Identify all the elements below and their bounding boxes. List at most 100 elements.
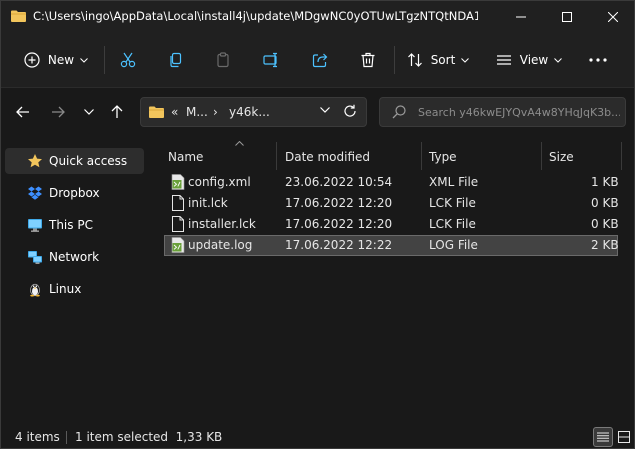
column-header-name[interactable]: Name [168, 141, 276, 173]
up-button[interactable] [105, 100, 129, 124]
network-icon [28, 251, 42, 264]
arrow-up-icon [111, 105, 123, 118]
file-name: installer.lck [188, 217, 256, 231]
sidebar-item-label: Linux [49, 282, 82, 296]
search-box[interactable] [379, 97, 626, 127]
share-button[interactable] [306, 44, 334, 76]
column-header-date[interactable]: Date modified [285, 141, 422, 173]
file-type: XML File [429, 175, 479, 189]
rename-icon [263, 52, 277, 68]
star-icon [28, 154, 42, 168]
chevron-down-icon [461, 57, 470, 63]
file-type: LOG File [429, 238, 478, 252]
file-list: Name Date modified Type Size config.xml … [151, 136, 634, 426]
sort-button[interactable]: Sort [405, 44, 471, 76]
refresh-icon[interactable] [343, 104, 357, 118]
copy-button[interactable] [162, 44, 190, 76]
status-divider [66, 431, 67, 444]
log-file-icon [171, 237, 185, 253]
minimize-icon [516, 16, 526, 17]
file-date: 17.06.2022 12:20 [285, 196, 393, 210]
more-options-button[interactable] [584, 44, 612, 76]
dropbox-icon [28, 186, 42, 200]
paste-button[interactable] [209, 44, 237, 76]
clipboard-icon [217, 52, 229, 68]
chevron-down-icon[interactable] [320, 107, 330, 113]
status-bar: 4 items 1 item selected 1,33 KB [1, 426, 634, 448]
scissors-icon [120, 52, 136, 68]
address-separator[interactable]: › [213, 105, 218, 119]
sidebar-item-network[interactable]: Network [5, 244, 144, 270]
delete-button[interactable] [354, 44, 382, 76]
file-date: 17.06.2022 12:22 [285, 238, 393, 252]
back-button[interactable] [11, 100, 35, 124]
details-view-icon [597, 432, 609, 442]
monitor-icon [28, 219, 42, 232]
toolbar-divider [104, 46, 105, 74]
view-button[interactable]: View [493, 44, 565, 76]
folder-icon [11, 10, 26, 22]
large-icons-view-button[interactable] [614, 427, 634, 447]
file-type: LCK File [429, 196, 476, 210]
new-button[interactable]: New [15, 44, 97, 76]
share-icon [312, 53, 328, 68]
column-divider[interactable] [541, 142, 542, 170]
details-view-button[interactable] [593, 427, 613, 447]
file-explorer-window: C:\Users\ingo\AppData\Local\install4j\up… [0, 0, 635, 449]
item-count: 4 items [15, 430, 60, 444]
title-bar[interactable]: C:\Users\ingo\AppData\Local\install4j\up… [1, 1, 634, 32]
table-row[interactable]: config.xml 23.06.2022 10:54 XML File 1 K… [164, 172, 619, 193]
chevron-down-icon [84, 109, 94, 115]
cut-button[interactable] [114, 44, 142, 76]
file-name: update.log [188, 238, 253, 252]
arrow-right-icon [52, 106, 65, 118]
file-size: 0 KB [591, 196, 619, 210]
file-date: 23.06.2022 10:54 [285, 175, 393, 189]
sidebar-item-dropbox[interactable]: Dropbox [5, 180, 144, 206]
file-name: init.lck [188, 196, 228, 210]
chevron-down-icon [554, 57, 563, 63]
forward-button[interactable] [46, 100, 70, 124]
window-title: C:\Users\ingo\AppData\Local\install4j\up… [33, 9, 478, 23]
address-bar[interactable]: « M... › y46k... [140, 97, 367, 127]
close-button[interactable] [590, 1, 635, 32]
address-overflow[interactable]: « [171, 105, 178, 119]
file-type: LCK File [429, 217, 476, 231]
column-divider[interactable] [421, 142, 422, 170]
table-row[interactable]: installer.lck 17.06.2022 12:20 LCK File … [164, 214, 619, 235]
sidebar-item-label: This PC [49, 218, 93, 232]
selection-info: 1 item selected 1,33 KB [75, 430, 223, 444]
minimize-button[interactable] [498, 1, 544, 32]
column-label: Name [168, 150, 204, 164]
table-row[interactable]: init.lck 17.06.2022 12:20 LCK File 0 KB [164, 193, 619, 214]
column-divider[interactable] [276, 142, 277, 170]
close-icon [608, 11, 618, 22]
address-segment-current[interactable]: y46k... [229, 105, 270, 119]
command-bar: New Sort View [1, 32, 634, 88]
maximize-button[interactable] [544, 1, 590, 32]
folder-icon [149, 106, 164, 118]
file-icon [172, 195, 184, 211]
rename-button[interactable] [257, 44, 285, 76]
sidebar-item-label: Network [49, 250, 100, 264]
file-size: 2 KB [591, 238, 619, 252]
maximize-icon [562, 11, 572, 22]
column-divider[interactable] [621, 142, 622, 170]
column-header-type[interactable]: Type [429, 141, 541, 173]
list-view-icon [496, 55, 511, 65]
toolbar-divider [394, 46, 395, 74]
sidebar-item-linux[interactable]: Linux [5, 276, 144, 302]
address-segment-parent[interactable]: M... [186, 105, 208, 119]
column-label: Date modified [285, 150, 371, 164]
recent-locations-button[interactable] [77, 100, 101, 124]
sidebar-item-quick-access[interactable]: Quick access [5, 148, 144, 174]
table-row-selected[interactable]: update.log 17.06.2022 12:22 LOG File 2 K… [164, 235, 619, 256]
search-input[interactable] [418, 103, 620, 121]
arrow-left-icon [16, 106, 29, 118]
column-header-size[interactable]: Size [549, 141, 619, 173]
sidebar-item-label: Quick access [49, 154, 128, 168]
plus-circle-icon [24, 52, 40, 68]
sidebar-item-this-pc[interactable]: This PC [5, 212, 144, 238]
file-icon [172, 216, 184, 232]
trash-icon [361, 52, 375, 68]
